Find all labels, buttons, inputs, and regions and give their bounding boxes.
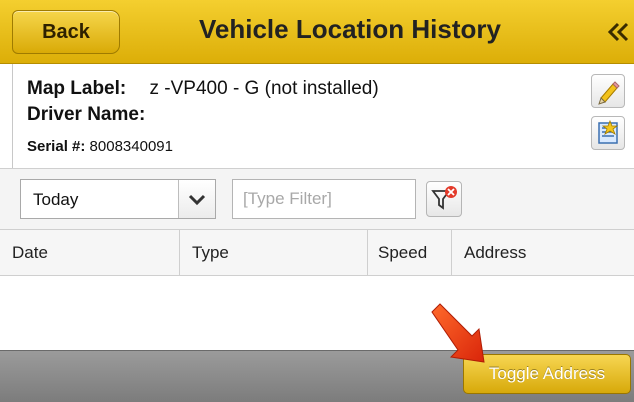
map-label-value: z -VP400 - G (not installed) <box>149 78 379 99</box>
type-filter-input[interactable] <box>232 179 416 219</box>
document-button[interactable] <box>591 116 625 150</box>
collapse-icon[interactable] <box>604 18 632 46</box>
document-icon <box>598 119 619 144</box>
column-header-speed[interactable]: Speed <box>368 230 452 275</box>
map-label-row: Map Label: z -VP400 - G (not installed) <box>27 78 379 100</box>
chevron-down-icon <box>188 194 206 206</box>
column-header-address[interactable]: Address <box>452 230 634 275</box>
vehicle-info-panel: Map Label: z -VP400 - G (not installed) … <box>12 64 634 168</box>
filter-clear-icon <box>431 186 457 210</box>
table-body <box>0 276 634 350</box>
map-label-key: Map Label: <box>27 78 127 99</box>
date-range-select[interactable]: Today <box>20 179 216 219</box>
driver-name-row: Driver Name: <box>27 104 145 126</box>
header-bar: Back Vehicle Location History <box>0 0 634 64</box>
table-header: Date Type Speed Address <box>0 230 634 276</box>
serial-row: Serial #: 8008340091 <box>27 138 173 155</box>
annotation-arrow-icon <box>431 303 485 363</box>
column-header-type[interactable]: Type <box>180 230 368 275</box>
serial-key: Serial #: <box>27 138 86 155</box>
date-range-value: Today <box>33 190 79 209</box>
back-button[interactable]: Back <box>12 10 120 54</box>
serial-value: 8008340091 <box>89 138 173 155</box>
filter-bar: Today <box>0 168 634 230</box>
pencil-icon <box>598 81 620 105</box>
page-title: Vehicle Location History <box>199 14 501 44</box>
clear-filter-button[interactable] <box>426 181 462 217</box>
edit-button[interactable] <box>591 74 625 108</box>
driver-name-key: Driver Name: <box>27 104 146 125</box>
column-header-date[interactable]: Date <box>0 230 180 275</box>
dropdown-arrow[interactable] <box>178 180 215 218</box>
